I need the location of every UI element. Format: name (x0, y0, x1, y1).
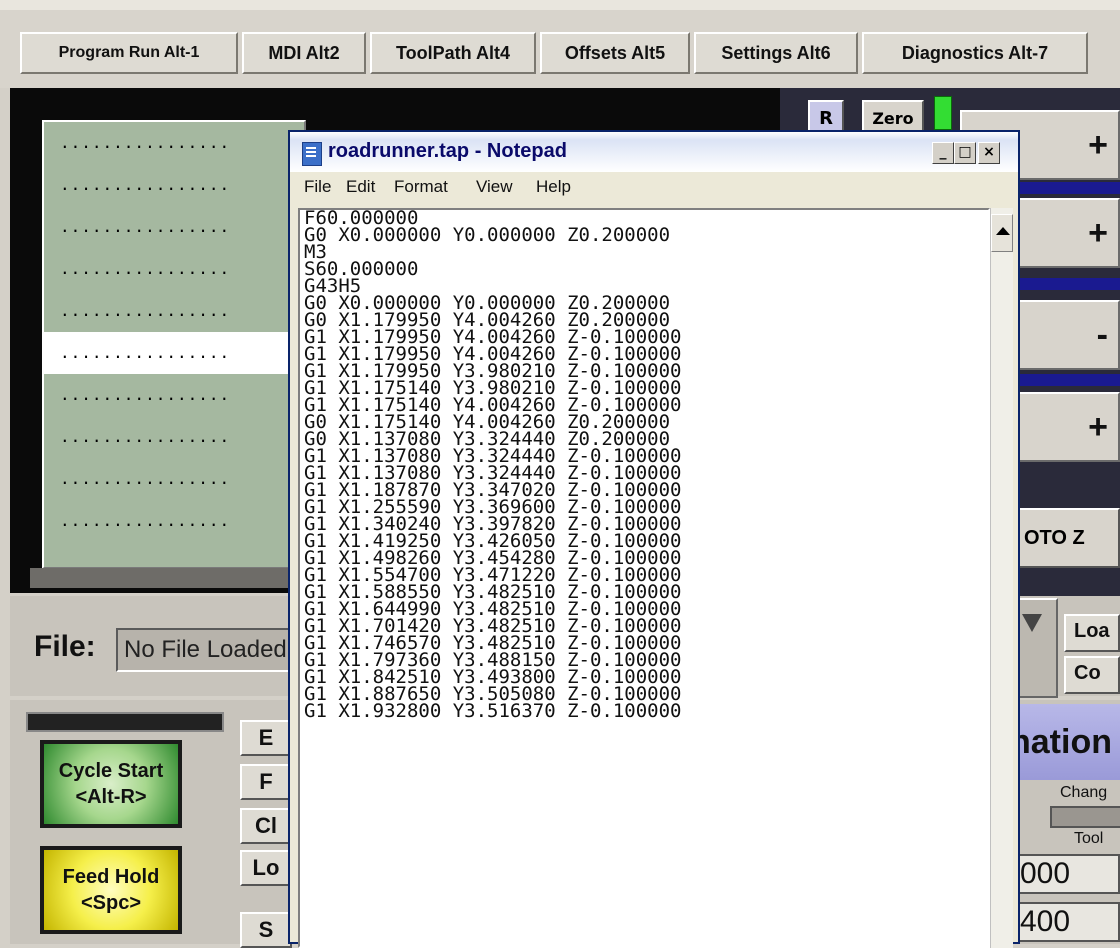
tab-mdi[interactable]: MDI Alt2 (242, 32, 366, 74)
list-item[interactable]: ................ (44, 248, 304, 290)
text-line: G1 X1.932800 Y3.516370 Z-0.100000 (304, 700, 682, 722)
load-button[interactable]: Loa (1064, 614, 1120, 652)
minimize-icon[interactable]: _ (932, 142, 954, 164)
status-led-icon (934, 96, 952, 130)
readout-value: 400 (1016, 902, 1120, 942)
panel-shadow (30, 568, 330, 588)
menu-edit[interactable]: Edit (346, 177, 375, 197)
list-item[interactable]: ................ (44, 164, 304, 206)
goto-z-button[interactable]: OTO Z (1018, 508, 1120, 568)
tab-toolpath[interactable]: ToolPath Alt4 (370, 32, 536, 74)
tab-diagnostics[interactable]: Diagnostics Alt-7 (862, 32, 1088, 74)
control-button[interactable]: Cl (240, 808, 292, 844)
list-item[interactable]: ................ (44, 290, 304, 332)
control-button[interactable]: E (240, 720, 292, 756)
scroll-up-arrow-icon[interactable] (991, 214, 1013, 252)
control-button[interactable]: Lo (240, 850, 292, 886)
readout-value: 000 (1016, 854, 1120, 894)
list-item-selected[interactable]: ................ (44, 332, 304, 374)
menu-view[interactable]: View (476, 177, 513, 197)
cycle-start-label: Cycle Start (58, 760, 164, 782)
information-heading: nation (1010, 704, 1120, 780)
list-item[interactable]: ................ (44, 122, 304, 164)
tab-settings[interactable]: Settings Alt6 (694, 32, 858, 74)
list-item[interactable]: ................ (44, 374, 304, 416)
file-label: File: (34, 630, 96, 663)
feed-hold-shortcut: <Spc> (80, 892, 142, 914)
list-item[interactable]: ................ (44, 416, 304, 458)
list-item[interactable]: ................ (44, 500, 304, 542)
gcode-list[interactable]: ................ ................ ......… (42, 120, 306, 569)
text-line: S60.000000 (304, 258, 419, 280)
feed-hold-button[interactable]: Feed Hold <Spc> (40, 846, 182, 934)
change-tool-label: Chang (1060, 784, 1108, 801)
menu-bar: File Edit Format View Help (290, 172, 1018, 202)
notepad-title-bar[interactable]: roadrunner.tap - Notepad _ □ × (290, 132, 1018, 172)
tool-label: Tool (1074, 830, 1104, 847)
text-editor[interactable]: F60.000000 G0 X0.000000 Y0.000000 Z0.2000… (298, 208, 990, 948)
cycle-start-shortcut: <Alt-R> (75, 786, 147, 808)
cycle-start-button[interactable]: Cycle Start <Alt-R> (40, 740, 182, 828)
menu-format[interactable]: Format (394, 177, 448, 197)
tab-offsets[interactable]: Offsets Alt5 (540, 32, 690, 74)
maximize-icon[interactable]: □ (954, 142, 976, 164)
text-line: G0 X0.000000 Y0.000000 Z0.200000 (304, 224, 671, 246)
tab-program-run[interactable]: Program Run Alt-1 (20, 32, 238, 74)
list-item[interactable]: ................ (44, 458, 304, 500)
close-file-button[interactable]: Co (1064, 656, 1120, 694)
notepad-window[interactable]: roadrunner.tap - Notepad _ □ × File Edit… (288, 130, 1020, 948)
control-button[interactable]: S (240, 912, 292, 948)
menu-help[interactable]: Help (536, 177, 571, 197)
window-title: roadrunner.tap - Notepad (328, 140, 567, 162)
progress-bar (26, 712, 224, 732)
tool-indicator (1050, 806, 1120, 828)
tab-bar: Program Run Alt-1 MDI Alt2 ToolPath Alt4… (0, 10, 1120, 88)
list-item[interactable]: ................ (44, 206, 304, 248)
notepad-icon (302, 142, 322, 166)
control-button[interactable]: F (240, 764, 292, 800)
menu-file[interactable]: File (304, 177, 331, 197)
feed-hold-label: Feed Hold (62, 866, 160, 888)
close-icon[interactable]: × (978, 142, 1000, 164)
vertical-scrollbar[interactable] (990, 208, 1013, 948)
